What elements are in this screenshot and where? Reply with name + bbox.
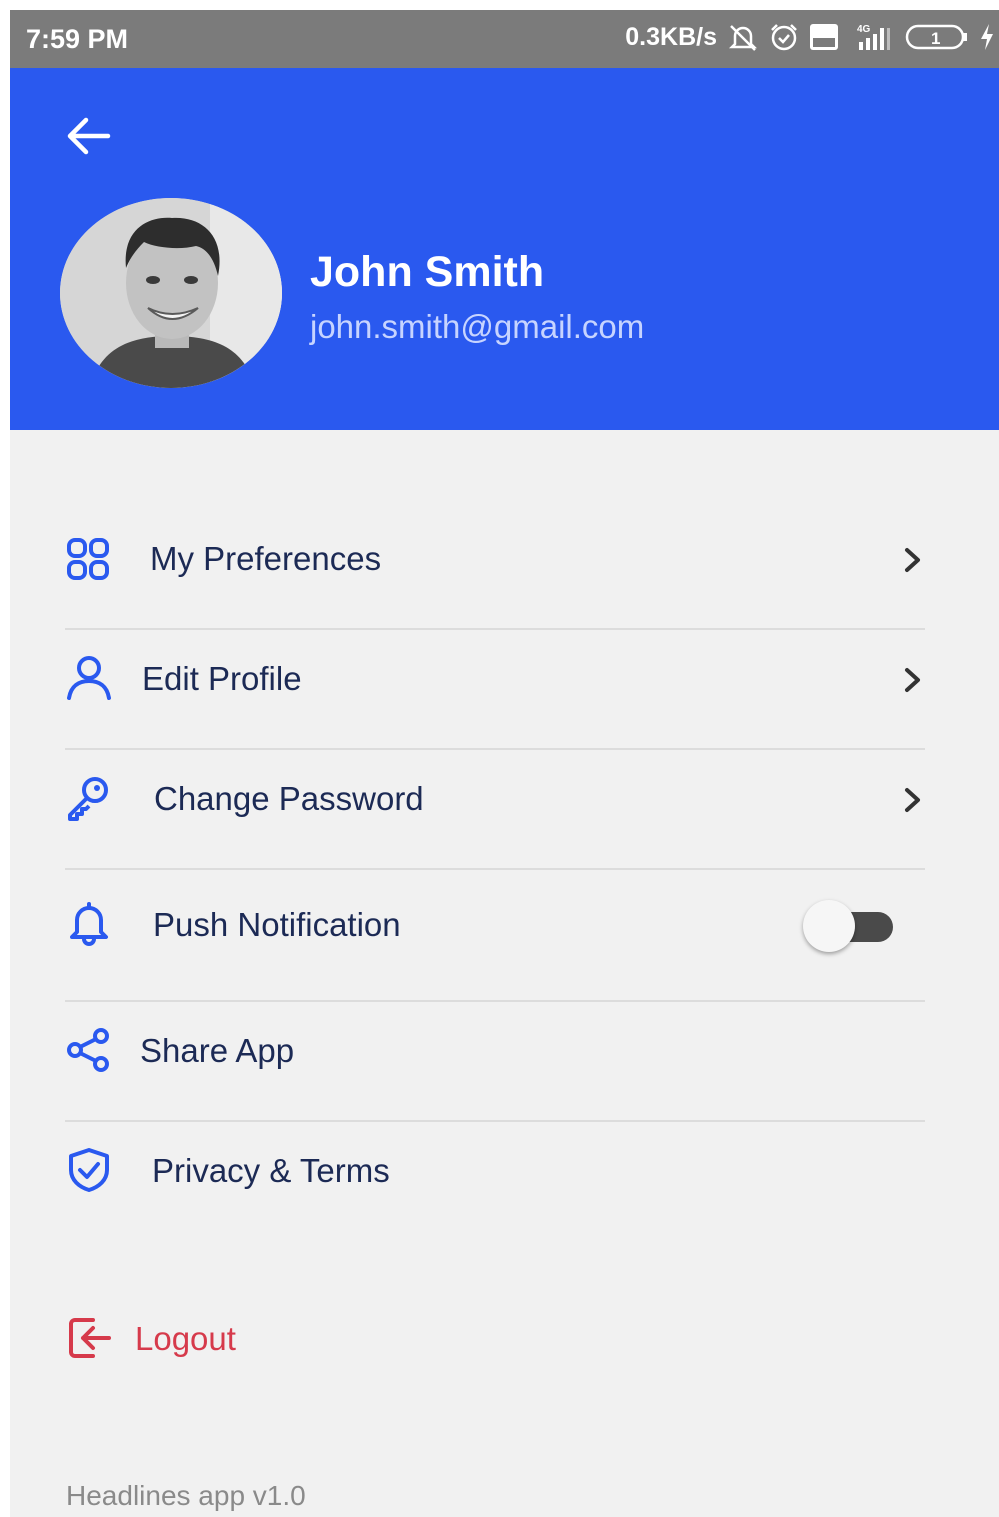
- menu-item-my-preferences[interactable]: My Preferences: [65, 530, 925, 590]
- app-screen: 7:59 PM 0.3KB/s 4G 1 John Smith john.smi…: [10, 10, 999, 1517]
- arrow-left-icon: [67, 117, 111, 155]
- alarm-icon: [771, 24, 797, 51]
- toggle-knob: [803, 900, 855, 952]
- divider: [65, 1120, 925, 1122]
- profile-header: John Smith john.smith@gmail.com: [10, 68, 999, 430]
- back-button[interactable]: [60, 112, 116, 160]
- bell-icon: [70, 902, 108, 946]
- logout-icon: [69, 1318, 111, 1358]
- logout-label: Logout: [135, 1320, 236, 1357]
- key-icon: [68, 777, 108, 821]
- app-version: Headlines app v1.0: [66, 1480, 306, 1511]
- menu-item-label: My Preferences: [150, 540, 382, 577]
- divider: [65, 868, 925, 870]
- menu-item-push-notification: Push Notification: [65, 896, 925, 956]
- chevron-right-icon: [905, 788, 920, 812]
- user-icon: [67, 656, 111, 700]
- mute-icon: [728, 25, 758, 51]
- chevron-right-icon: [905, 668, 920, 692]
- share-icon: [67, 1028, 109, 1072]
- menu-item-privacy-terms[interactable]: Privacy & Terms: [65, 1142, 925, 1202]
- grid-icon: [67, 538, 109, 580]
- volte-icon: [810, 24, 838, 50]
- status-time: 7:59 PM: [26, 24, 129, 54]
- battery-icon: 1: [905, 24, 967, 50]
- menu-item-label: Privacy & Terms: [152, 1152, 390, 1189]
- menu-item-edit-profile[interactable]: Edit Profile: [65, 650, 925, 710]
- shield-icon: [69, 1148, 109, 1192]
- avatar: [60, 198, 282, 388]
- logout-button[interactable]: Logout: [65, 1310, 325, 1370]
- signal-icon: 4G: [857, 24, 890, 50]
- charging-icon: [981, 24, 993, 50]
- menu-item-change-password[interactable]: Change Password: [65, 770, 925, 830]
- menu-item-label: Push Notification: [153, 906, 401, 943]
- network-speed: 0.3KB/s: [625, 22, 717, 51]
- status-icons: 0.3KB/s 4G 1: [625, 22, 995, 52]
- menu-item-label: Edit Profile: [142, 660, 302, 697]
- battery-level: 1: [931, 29, 940, 48]
- avatar-image: [60, 198, 282, 388]
- chevron-right-icon: [905, 548, 920, 572]
- divider: [65, 1000, 925, 1002]
- status-bar: 7:59 PM 0.3KB/s 4G 1: [10, 10, 999, 68]
- user-email: john.smith@gmail.com: [310, 308, 645, 345]
- menu-item-label: Share App: [140, 1032, 295, 1069]
- divider: [65, 628, 925, 630]
- menu-item-share-app[interactable]: Share App: [65, 1022, 925, 1082]
- menu-item-label: Change Password: [154, 780, 424, 817]
- user-name: John Smith: [310, 248, 545, 296]
- divider: [65, 748, 925, 750]
- push-notification-toggle[interactable]: [803, 900, 895, 952]
- signal-label: 4G: [857, 24, 871, 35]
